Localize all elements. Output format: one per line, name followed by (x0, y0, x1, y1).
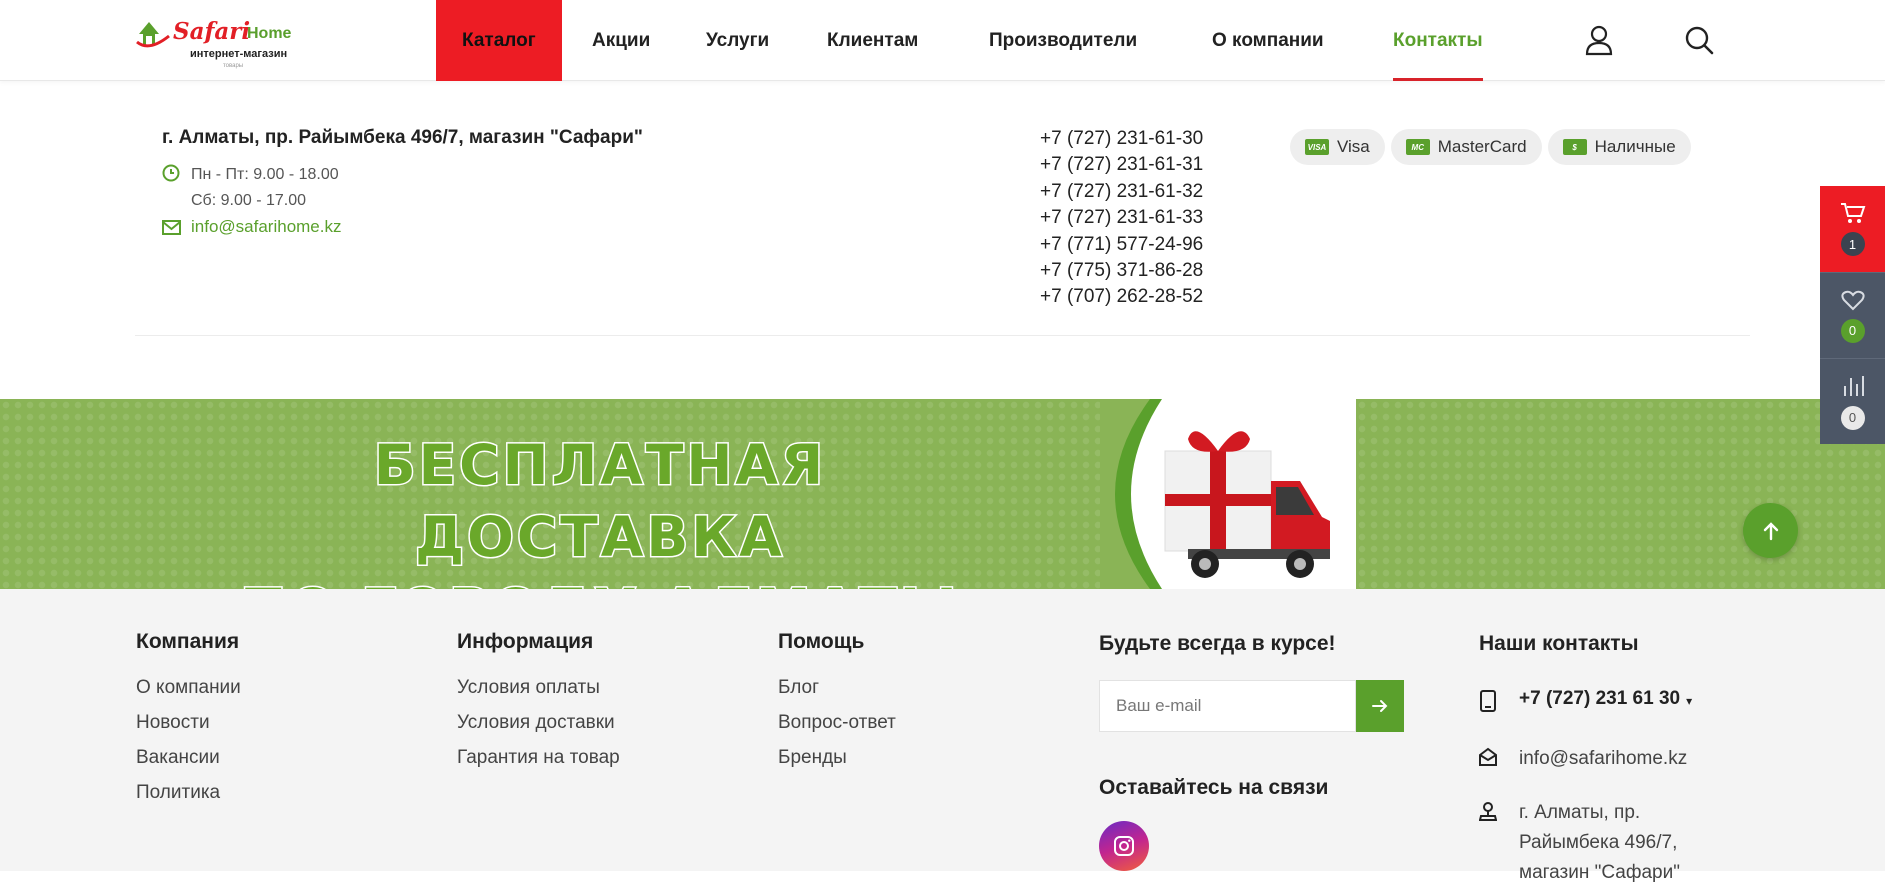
phone-number[interactable]: +7 (727) 231-61-30 (1040, 126, 1203, 152)
footer-info-column: Информация Условия оплаты Условия достав… (457, 630, 620, 775)
mobile-phone-icon (1480, 690, 1496, 712)
footer-link[interactable]: Бренды (778, 740, 896, 775)
compare-count-badge: 0 (1840, 405, 1865, 430)
phone-number[interactable]: +7 (727) 231-61-32 (1040, 179, 1203, 205)
footer-contacts-title: Наши контакты (1479, 632, 1639, 655)
footer-link[interactable]: Вакансии (136, 740, 241, 775)
phone-number[interactable]: +7 (727) 231-61-33 (1040, 205, 1203, 231)
footer-link[interactable]: Вопрос-ответ (778, 705, 896, 740)
compare-bars-icon (1843, 375, 1864, 396)
banner-line-1: БЕСПЛАТНАЯ ДОСТАВКА (372, 432, 827, 571)
footer-address-row: г. Алматы, пр. Райымбека 496/7, магазин … (1479, 798, 1680, 888)
cart-count-badge: 1 (1840, 232, 1865, 256)
subscribe-submit-button[interactable] (1356, 680, 1404, 732)
phone-number[interactable]: +7 (727) 231-61-31 (1040, 152, 1203, 178)
footer-phone-row[interactable]: +7 (727) 231 61 30 ▾ (1479, 688, 1692, 712)
logo-house-icon (136, 22, 170, 48)
subscribe-title: Будьте всегда в курсе! (1099, 632, 1336, 655)
caret-down-icon[interactable]: ▾ (1686, 694, 1692, 708)
footer-email[interactable]: info@safarihome.kz (1519, 744, 1687, 774)
map-pin-icon (1479, 802, 1497, 821)
payment-label: Наличные (1594, 137, 1676, 156)
address-line: магазин "Сафари" (1519, 862, 1680, 883)
nav-clients[interactable]: Клиентам (827, 0, 918, 81)
payment-label: MasterCard (1437, 137, 1527, 156)
address-line: Райымбека 496/7, (1519, 832, 1678, 853)
footer-email-row[interactable]: info@safarihome.kz (1479, 744, 1687, 774)
footer-link[interactable]: Гарантия на товар (457, 740, 620, 775)
footer-column-title: Информация (457, 630, 594, 653)
payment-mastercard-badge: MC MasterCard (1390, 129, 1542, 165)
logo-home: Home (247, 25, 292, 42)
scroll-to-top-button[interactable] (1743, 503, 1798, 558)
footer-address: г. Алматы, пр. Райымбека 496/7, магазин … (1519, 798, 1680, 888)
phone-list: +7 (727) 231-61-30 +7 (727) 231-61-31 +7… (1040, 126, 1203, 311)
envelope-open-icon (1479, 747, 1497, 766)
free-delivery-banner[interactable]: БЕСПЛАТНАЯ ДОСТАВКА ПО ГОРОДУ АЛМАТЫ (0, 399, 1885, 589)
site-logo[interactable]: Safari Home интернет-магазин товары (135, 12, 295, 70)
social-title: Оставайтесь на связи (1099, 776, 1329, 799)
side-compare-button[interactable]: 0 (1820, 358, 1885, 444)
payment-cash-badge: $ Наличные (1547, 129, 1691, 165)
phone-number[interactable]: +7 (771) 577-24-96 (1040, 232, 1203, 258)
subscribe-form (1099, 680, 1404, 732)
cash-icon: $ (1562, 139, 1587, 155)
instagram-glyph-icon (1114, 836, 1134, 856)
visa-card-icon: VISA (1305, 139, 1329, 155)
footer-link[interactable]: Новости (136, 705, 241, 740)
payment-methods: VISA Visa MC MasterCard $ Наличные (1290, 129, 1691, 165)
store-address: г. Алматы, пр. Райымбека 496/7, магазин … (162, 127, 643, 148)
footer-help-column: Помощь Блог Вопрос-ответ Бренды (778, 630, 896, 775)
footer-link[interactable]: Политика (136, 775, 241, 810)
footer-link[interactable]: Блог (778, 670, 896, 705)
footer-phone[interactable]: +7 (727) 231 61 30 (1519, 688, 1680, 710)
nav-about[interactable]: О компании (1212, 0, 1324, 81)
logo-subtitle: интернет-магазин (190, 48, 288, 60)
logo-brand: Safari (173, 18, 251, 45)
side-widget-panel: 1 0 0 (1820, 186, 1885, 444)
payment-visa-badge: VISA Visa (1290, 129, 1385, 165)
nav-services[interactable]: Услуги (706, 0, 769, 81)
banner-line-2: ПО ГОРОДУ АЛМАТЫ (195, 573, 1005, 590)
nav-promotions[interactable]: Акции (592, 0, 650, 81)
payment-label: Visa (1337, 137, 1370, 156)
arrow-right-icon (1372, 700, 1388, 712)
phone-number[interactable]: +7 (775) 371-86-28 (1040, 258, 1203, 284)
banner-headline: БЕСПЛАТНАЯ ДОСТАВКА ПО ГОРОДУ АЛМАТЫ (195, 429, 1005, 590)
contact-email-link[interactable]: info@safarihome.kz (191, 217, 342, 237)
side-favorites-button[interactable]: 0 (1820, 272, 1885, 358)
clock-icon (162, 164, 180, 182)
footer-company-column: Компания О компании Новости Вакансии Пол… (136, 630, 241, 810)
heart-icon (1840, 290, 1865, 310)
site-header: Safari Home интернет-магазин товары Ката… (0, 0, 1885, 81)
side-cart-button[interactable]: 1 (1820, 186, 1885, 272)
nav-catalog[interactable]: Каталог (436, 0, 562, 81)
instagram-icon[interactable] (1099, 821, 1149, 871)
address-line: г. Алматы, пр. (1519, 802, 1641, 823)
mail-icon (162, 220, 181, 235)
delivery-truck-illustration (1100, 399, 1356, 589)
email-subscribe-input[interactable] (1099, 680, 1356, 732)
mastercard-icon: MC (1405, 139, 1430, 155)
hours-weekdays: Пн - Пт: 9.00 - 18.00 (191, 166, 339, 183)
footer-link[interactable]: О компании (136, 670, 241, 705)
footer-column-title: Помощь (778, 630, 865, 653)
footer-column-title: Компания (136, 630, 240, 653)
footer-link[interactable]: Условия оплаты (457, 670, 620, 705)
arrow-up-icon (1763, 521, 1778, 540)
search-icon[interactable] (1683, 24, 1715, 56)
footer-link[interactable]: Условия доставки (457, 705, 620, 740)
section-divider (135, 335, 1750, 336)
hours-saturday: Сб: 9.00 - 17.00 (191, 192, 307, 209)
nav-manufacturers[interactable]: Производители (989, 0, 1137, 81)
working-hours: Пн - Пт: 9.00 - 18.00 Сб: 9.00 - 17.00 (191, 162, 339, 214)
phone-number[interactable]: +7 (707) 262-28-52 (1040, 284, 1203, 310)
nav-contacts[interactable]: Контакты (1393, 0, 1483, 81)
user-icon[interactable] (1583, 24, 1615, 56)
cart-icon (1840, 203, 1865, 223)
favorites-count-badge: 0 (1840, 318, 1865, 343)
logo-tagline: товары (223, 63, 244, 69)
